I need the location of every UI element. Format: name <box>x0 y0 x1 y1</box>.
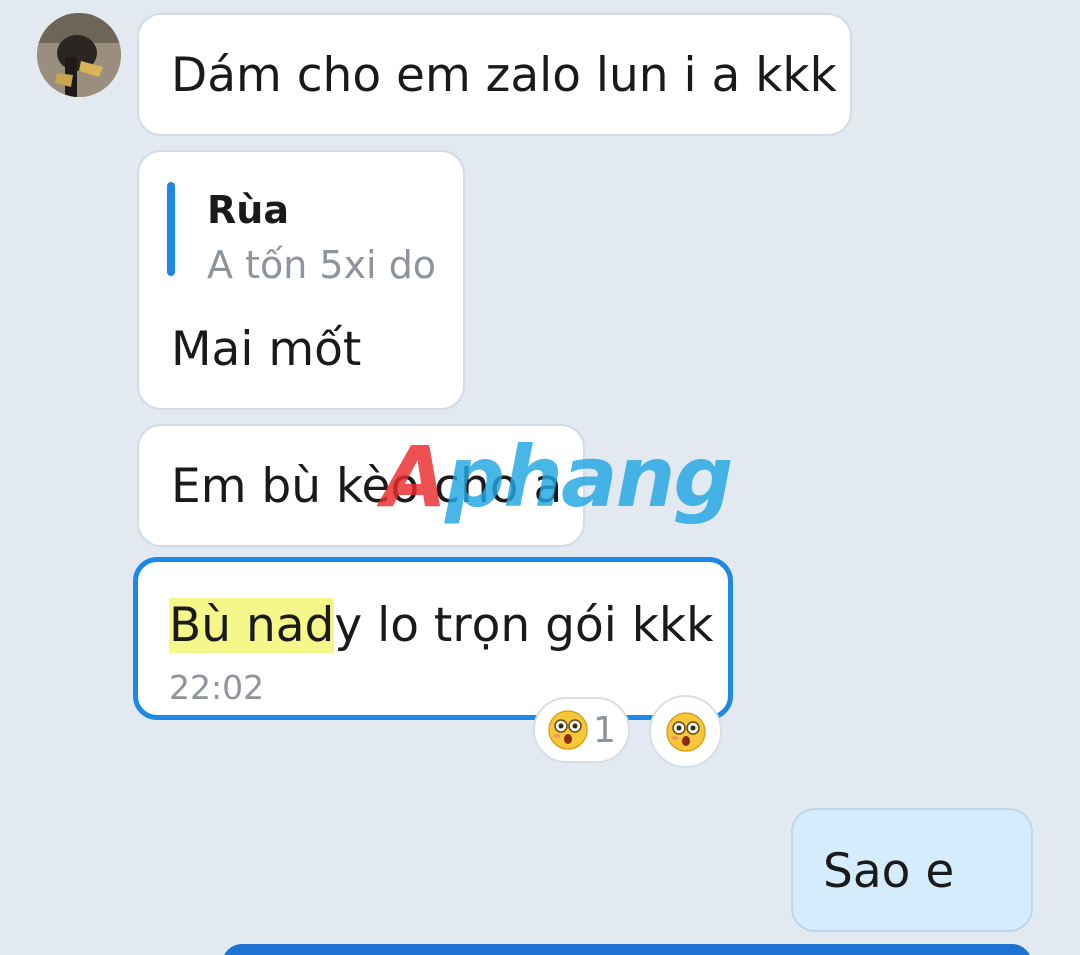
highlighted-text: Bù nad <box>169 598 335 653</box>
message-text: Dám cho em zalo lun i a kkk <box>171 48 837 103</box>
astonished-face-icon <box>666 712 706 752</box>
next-message-bubble[interactable] <box>222 944 1032 955</box>
chat-screen: Dám cho em zalo lun i a kkk Rùa A tốn 5x… <box>0 0 1080 955</box>
quoted-sender-name[interactable]: Rùa <box>207 188 289 232</box>
selected-message-bubble[interactable]: Bù nady lo trọn gói kkk 22:02 <box>133 557 733 720</box>
astonished-face-icon <box>548 710 588 750</box>
sender-avatar[interactable] <box>37 13 121 97</box>
message-text-rest: y lo trọn gói kkk <box>334 598 714 653</box>
avatar-photo-icon <box>37 13 121 97</box>
quoted-message-text[interactable]: A tốn 5xi do <box>207 243 436 287</box>
message-text: Mai mốt <box>171 322 362 377</box>
message-text: Sao e <box>823 844 955 899</box>
outgoing-message-bubble[interactable]: Sao e <box>791 808 1033 932</box>
message-bubble[interactable]: Em bù kèo cho a <box>137 424 585 547</box>
message-timestamp: 22:02 <box>169 668 265 707</box>
message-text: Bù nady lo trọn gói kkk <box>169 598 713 654</box>
reaction-count: 1 <box>593 710 616 751</box>
quote-bar <box>167 182 175 276</box>
message-bubble[interactable]: Dám cho em zalo lun i a kkk <box>137 13 852 136</box>
add-reaction-button[interactable] <box>649 695 722 768</box>
message-text: Em bù kèo cho a <box>171 459 563 514</box>
reaction-summary[interactable]: 1 <box>533 697 630 763</box>
reply-message-bubble[interactable]: Rùa A tốn 5xi do Mai mốt <box>137 150 465 410</box>
